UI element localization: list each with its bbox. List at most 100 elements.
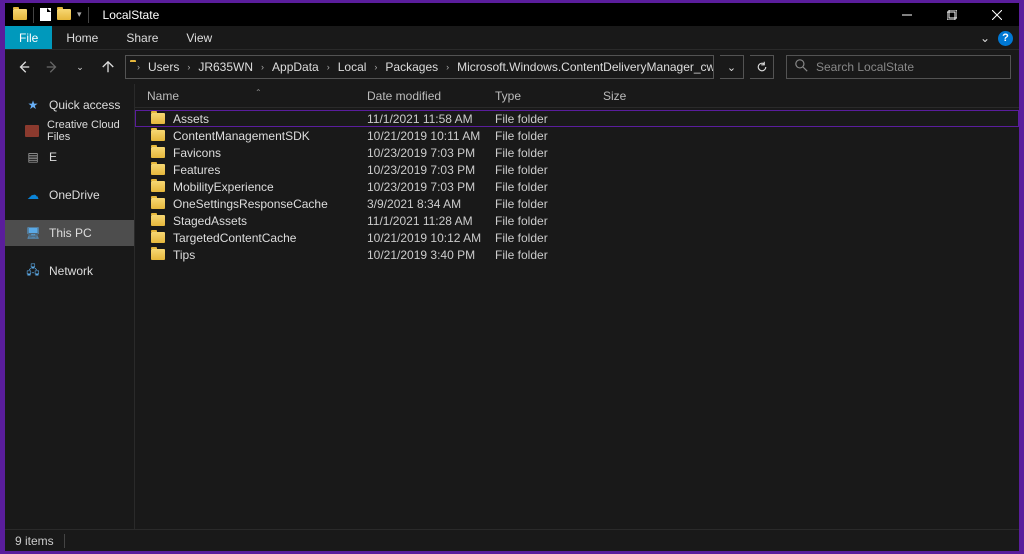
file-list[interactable]: Assets11/1/2021 11:58 AMFile folderConte…: [135, 108, 1019, 529]
sidebar-label: OneDrive: [49, 188, 100, 202]
breadcrumb[interactable]: Microsoft.Windows.ContentDeliveryManager…: [452, 60, 714, 74]
status-bar: 9 items: [5, 529, 1019, 551]
breadcrumb[interactable]: Users: [143, 60, 184, 74]
file-name: Features: [173, 163, 220, 177]
column-header-size[interactable]: Size: [603, 89, 663, 103]
sidebar-item-this-pc[interactable]: 🖥 This PC: [5, 220, 134, 246]
address-history-button[interactable]: ⌄: [720, 55, 744, 79]
breadcrumb-sep-icon[interactable]: ›: [373, 62, 378, 72]
file-type: File folder: [495, 180, 603, 194]
help-button[interactable]: ?: [998, 31, 1013, 46]
recent-locations-button[interactable]: ⌄: [69, 56, 91, 78]
window-controls: [884, 3, 1019, 26]
file-row[interactable]: Favicons10/23/2019 7:03 PMFile folder: [135, 144, 1019, 161]
folder-icon: [151, 164, 165, 175]
file-row[interactable]: Tips 10/21/2019 3:40 PMFile folder: [135, 246, 1019, 263]
file-row[interactable]: Assets11/1/2021 11:58 AMFile folder: [135, 110, 1019, 127]
folder-icon: [151, 198, 165, 209]
navigation-pane[interactable]: ★ Quick access Creative Cloud Files ▤ E …: [5, 84, 135, 529]
refresh-button[interactable]: [750, 55, 774, 79]
network-icon: 🖧: [25, 264, 41, 278]
separator: [88, 7, 89, 23]
sidebar-label: Creative Cloud Files: [47, 119, 124, 143]
breadcrumb[interactable]: JR635WN: [193, 60, 258, 74]
column-headers: Name ⌃ Date modified Type Size: [135, 84, 1019, 108]
file-name: MobilityExperience: [173, 180, 274, 194]
tab-share[interactable]: Share: [112, 26, 172, 49]
file-row[interactable]: OneSettingsResponseCache3/9/2021 8:34 AM…: [135, 195, 1019, 212]
file-date: 10/23/2019 7:03 PM: [367, 146, 495, 160]
file-type: File folder: [495, 231, 603, 245]
navigation-bar: ⌄ › Users › JR635WN › AppData › Local › …: [5, 50, 1019, 84]
properties-icon[interactable]: [40, 8, 51, 21]
folder-icon: [151, 113, 165, 124]
sidebar-item-onedrive[interactable]: ☁ OneDrive: [5, 182, 134, 208]
search-icon: [795, 59, 808, 75]
sidebar-label: E: [49, 150, 57, 164]
file-name: Favicons: [173, 146, 221, 160]
sidebar-item-e-drive[interactable]: ▤ E: [5, 144, 134, 170]
breadcrumb-sep-icon[interactable]: ›: [186, 62, 191, 72]
explorer-window: ▾ LocalState File Home Share View ⌄ ?: [5, 3, 1019, 551]
search-input[interactable]: [816, 60, 1002, 74]
search-box[interactable]: [786, 55, 1011, 79]
window-title: LocalState: [103, 8, 160, 22]
sort-ascending-icon: ⌃: [255, 88, 262, 97]
folder-icon: [151, 130, 165, 141]
file-date: 10/21/2019 10:12 AM: [367, 231, 495, 245]
file-type: File folder: [495, 129, 603, 143]
tab-file[interactable]: File: [5, 26, 52, 49]
close-button[interactable]: [974, 3, 1019, 26]
sidebar-item-creative-cloud[interactable]: Creative Cloud Files: [5, 118, 134, 144]
column-header-type[interactable]: Type: [495, 89, 603, 103]
file-type: File folder: [495, 197, 603, 211]
minimize-button[interactable]: [884, 3, 929, 26]
column-header-name[interactable]: Name ⌃: [135, 89, 367, 103]
file-date: 10/23/2019 7:03 PM: [367, 163, 495, 177]
back-button[interactable]: [13, 56, 35, 78]
forward-button[interactable]: [41, 56, 63, 78]
maximize-button[interactable]: [929, 3, 974, 26]
breadcrumb[interactable]: Packages: [380, 60, 443, 74]
file-row[interactable]: ContentManagementSDK10/21/2019 10:11 AMF…: [135, 127, 1019, 144]
new-folder-icon[interactable]: [57, 9, 71, 20]
ribbon-collapse-icon[interactable]: ⌄: [980, 31, 990, 45]
drive-icon: ▤: [25, 150, 41, 164]
qat-chevron-icon[interactable]: ▾: [77, 9, 82, 20]
column-header-date[interactable]: Date modified: [367, 89, 495, 103]
file-date: 10/21/2019 3:40 PM: [367, 248, 495, 262]
breadcrumb-sep-icon[interactable]: ›: [445, 62, 450, 72]
sidebar-item-network[interactable]: 🖧 Network: [5, 258, 134, 284]
file-name: Tips: [173, 248, 195, 262]
file-date: 11/1/2021 11:58 AM: [367, 112, 495, 126]
file-row[interactable]: StagedAssets11/1/2021 11:28 AMFile folde…: [135, 212, 1019, 229]
file-date: 10/21/2019 10:11 AM: [367, 129, 495, 143]
address-bar[interactable]: › Users › JR635WN › AppData › Local › Pa…: [125, 55, 714, 79]
file-name: StagedAssets: [173, 214, 247, 228]
content-pane: Name ⌃ Date modified Type Size Assets11/…: [135, 84, 1019, 529]
titlebar[interactable]: ▾ LocalState: [5, 3, 1019, 26]
quick-access-toolbar: ▾: [5, 7, 97, 23]
file-row[interactable]: Features10/23/2019 7:03 PMFile folder: [135, 161, 1019, 178]
breadcrumb[interactable]: AppData: [267, 60, 324, 74]
folder-icon: [151, 249, 165, 260]
up-button[interactable]: [97, 56, 119, 78]
file-name: TargetedContentCache: [173, 231, 296, 245]
app-icon: [13, 9, 27, 20]
file-row[interactable]: MobilityExperience 10/23/2019 7:03 PMFile…: [135, 178, 1019, 195]
breadcrumb-sep-icon[interactable]: ›: [326, 62, 331, 72]
breadcrumb-sep-icon[interactable]: ›: [260, 62, 265, 72]
breadcrumb[interactable]: Local: [333, 60, 372, 74]
tab-view[interactable]: View: [172, 26, 226, 49]
body: ★ Quick access Creative Cloud Files ▤ E …: [5, 84, 1019, 529]
ribbon: File Home Share View ⌄ ?: [5, 26, 1019, 50]
file-name: OneSettingsResponseCache: [173, 197, 328, 211]
file-type: File folder: [495, 248, 603, 262]
sidebar-item-quick-access[interactable]: ★ Quick access: [5, 92, 134, 118]
file-type: File folder: [495, 112, 603, 126]
file-row[interactable]: TargetedContentCache 10/21/2019 10:12 AMF…: [135, 229, 1019, 246]
tab-home[interactable]: Home: [52, 26, 112, 49]
breadcrumb-sep-icon[interactable]: ›: [136, 62, 141, 72]
file-date: 10/23/2019 7:03 PM: [367, 180, 495, 194]
sidebar-label: Network: [49, 264, 93, 278]
